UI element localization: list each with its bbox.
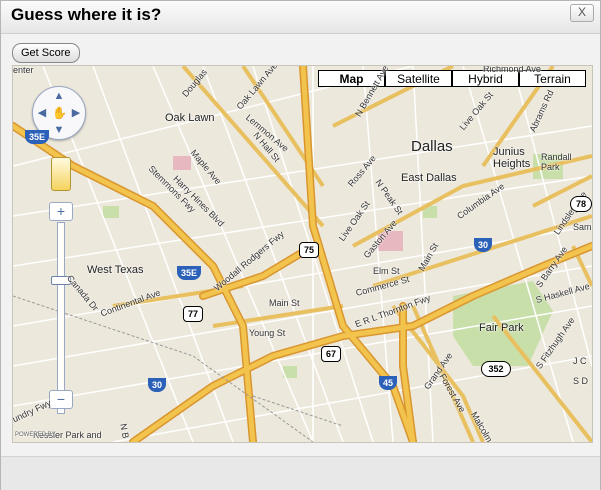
dialog-window: Guess where it is? X Get Score Map Satel…: [0, 0, 601, 490]
us-highway-shield-icon: 67: [321, 346, 341, 362]
close-button[interactable]: X: [570, 4, 594, 22]
map-label-street: S D: [573, 376, 589, 386]
map-label-street: Main St: [269, 298, 300, 308]
map-label-east-dallas: East Dallas: [401, 172, 457, 184]
us-highway-shield-icon: 77: [183, 306, 203, 322]
map-label: enter: [13, 65, 34, 75]
dialog-title: Guess where it is?: [11, 5, 162, 24]
us-highway-shield-icon: 75: [299, 242, 319, 258]
map-label-street: Young St: [249, 328, 286, 338]
map-label-street: J C: [573, 356, 587, 366]
interstate-shield-icon: 35E: [25, 130, 49, 144]
interstate-shield-icon: 30: [474, 238, 492, 252]
pan-down-icon[interactable]: ▼: [52, 123, 66, 137]
map-label-west-texas: West Texas: [87, 264, 144, 276]
pan-up-icon[interactable]: ▲: [52, 89, 66, 103]
zoom-slider-track[interactable]: [57, 222, 65, 414]
get-score-button[interactable]: Get Score: [12, 43, 80, 63]
dialog-titlebar: Guess where it is? X: [1, 1, 600, 34]
map-label-street: Elm St: [373, 266, 400, 276]
map-label-fair-park: Fair Park: [479, 322, 524, 334]
map-label-randall-park: Randall Park: [541, 152, 572, 172]
state-highway-shield-icon: 352: [481, 361, 511, 377]
state-highway-shield-icon: 78: [570, 196, 592, 212]
hand-icon[interactable]: ✋: [52, 106, 67, 120]
pan-right-icon[interactable]: ▶: [69, 106, 83, 120]
map-type-satellite-button[interactable]: Satellite: [385, 70, 452, 87]
map-view[interactable]: Map Satellite Hybrid Terrain ▲ ▼ ◀ ▶ ✋ +…: [12, 65, 593, 443]
dialog-footer: [1, 456, 600, 490]
map-label-street: Richmond Ave: [483, 65, 541, 74]
interstate-shield-icon: 30: [148, 378, 166, 392]
street-view-pegman-icon[interactable]: [51, 157, 71, 191]
zoom-in-button[interactable]: +: [49, 202, 73, 221]
interstate-shield-icon: 35E: [177, 266, 201, 280]
map-label-oak-lawn: Oak Lawn: [165, 112, 215, 124]
map-label-street: Sam: [573, 222, 592, 232]
map-copyright: POWERED BY: [15, 432, 56, 438]
pan-left-icon[interactable]: ◀: [35, 106, 49, 120]
map-label-dallas: Dallas: [411, 138, 453, 155]
interstate-shield-icon: 45: [379, 376, 397, 390]
